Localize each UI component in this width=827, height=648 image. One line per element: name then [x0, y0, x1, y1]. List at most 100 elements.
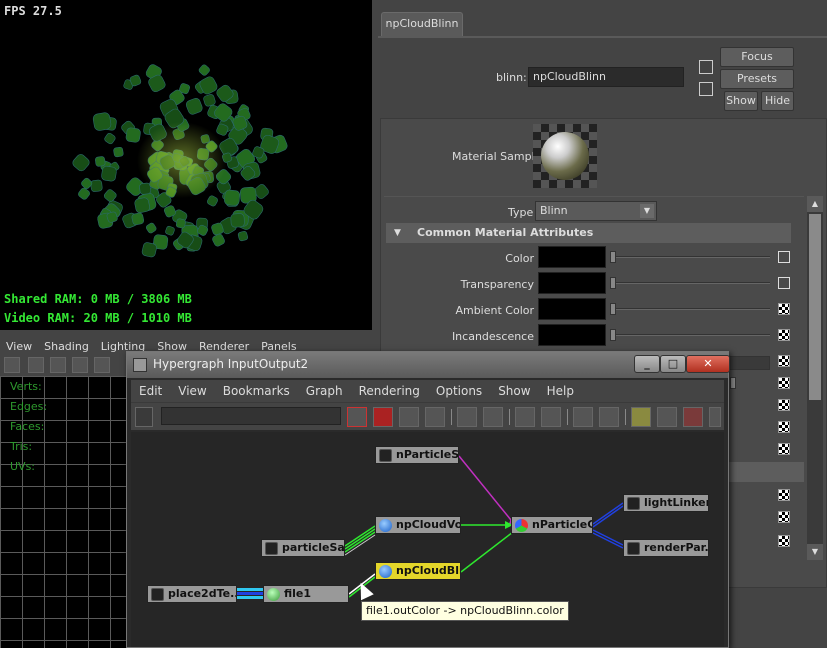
color-swatch[interactable]	[538, 246, 606, 268]
connection-line[interactable]	[592, 505, 624, 528]
input-connections-icon[interactable]	[457, 407, 477, 427]
node-lightlinker1[interactable]: lightLinker1	[623, 494, 709, 512]
connection-line[interactable]	[344, 531, 376, 553]
hg-menu-view[interactable]: View	[170, 384, 214, 398]
hypergraph-titlebar[interactable]: Hypergraph InputOutput2 _ □ ✕	[127, 352, 730, 378]
connection-line[interactable]	[237, 596, 263, 599]
output-connection-icon[interactable]	[699, 82, 713, 96]
scroll-down-icon[interactable]: ▼	[807, 544, 823, 560]
ambient-color-slider-handle[interactable]	[610, 303, 616, 315]
diffuse-slider-handle[interactable]	[730, 377, 736, 389]
common-material-attributes-header[interactable]: ▼ Common Material Attributes	[386, 223, 791, 243]
incandescence-slider-handle[interactable]	[610, 329, 616, 341]
focus-button[interactable]: Focus	[720, 47, 794, 67]
incandescence-swatch[interactable]	[538, 324, 606, 346]
viewport-3d[interactable]: FPS 27.5 Shared RAM: 0 MB / 3806 MB Vide…	[0, 0, 372, 330]
presets-button[interactable]: Presets	[720, 69, 794, 89]
frame-selection-icon[interactable]	[657, 407, 677, 427]
connection-line[interactable]	[592, 529, 624, 546]
specular-checker-icon-2[interactable]	[778, 511, 790, 523]
hide-button[interactable]: Hide	[761, 91, 794, 111]
connection-line[interactable]	[458, 455, 516, 526]
specular-checker-icon-1[interactable]	[778, 489, 790, 501]
minimize-button[interactable]: _	[634, 355, 660, 373]
filter-icon[interactable]	[135, 407, 153, 427]
add-selected-icon[interactable]	[515, 407, 535, 427]
hg-menu-bookmarks[interactable]: Bookmarks	[215, 384, 298, 398]
attribute-editor-scrollbar[interactable]: ▲ ▼	[807, 196, 823, 560]
connection-line[interactable]	[460, 531, 514, 573]
connection-line[interactable]	[344, 528, 376, 550]
node-place2dtexture[interactable]: place2dTe...	[147, 585, 237, 603]
color-slider-track[interactable]	[612, 256, 770, 258]
connection-line[interactable]	[592, 532, 624, 549]
camera-attributes-icon[interactable]	[28, 357, 44, 373]
type-dropdown[interactable]: Blinn ▼	[535, 201, 657, 221]
translucence-checker-icon[interactable]	[778, 399, 790, 411]
graph-materials-icon[interactable]	[541, 407, 561, 427]
freeform-layout-icon[interactable]	[399, 407, 419, 427]
specular-checker-icon-3[interactable]	[778, 535, 790, 547]
hg-menu-graph[interactable]: Graph	[298, 384, 351, 398]
show-button[interactable]: Show	[724, 91, 758, 111]
bump-checker-icon[interactable]	[778, 355, 790, 367]
connection-line[interactable]	[237, 588, 263, 591]
blinn-name-field[interactable]: npCloudBlinn	[528, 67, 684, 87]
more-tools-icon[interactable]	[709, 407, 721, 427]
node-particlesampler[interactable]: particleSa...	[261, 539, 345, 557]
persp-menu-shading[interactable]: Shading	[38, 340, 95, 353]
scrollbar-thumb[interactable]	[809, 214, 821, 400]
hg-menu-rendering[interactable]: Rendering	[351, 384, 428, 398]
automatic-layout-icon[interactable]	[425, 407, 445, 427]
ambient-color-swatch[interactable]	[538, 298, 606, 320]
camera-icon[interactable]	[4, 357, 20, 373]
translucence-focus-checker-icon[interactable]	[778, 443, 790, 455]
tab-npcloudblinn[interactable]: npCloudBlinn	[381, 12, 463, 36]
ambient-color-slider-track[interactable]	[612, 308, 770, 310]
scroll-up-icon[interactable]: ▲	[807, 196, 823, 212]
hypergraph-search-field[interactable]	[161, 407, 341, 425]
ambient-color-checker-icon[interactable]	[778, 303, 790, 315]
output-connections-icon[interactable]	[483, 407, 503, 427]
node-nparticlecloud[interactable]: nParticleCl...	[511, 516, 593, 534]
diffuse-checker-icon[interactable]	[778, 377, 790, 389]
scene-hierarchy-icon[interactable]	[347, 407, 367, 427]
node-npcloudvolume[interactable]: npCloudVo...	[375, 516, 461, 534]
input-connection-icon[interactable]	[699, 60, 713, 74]
color-map-icon[interactable]	[778, 251, 790, 263]
translucence-depth-checker-icon[interactable]	[778, 421, 790, 433]
incandescence-checker-icon[interactable]	[778, 329, 790, 341]
bookmark-icon[interactable]	[631, 407, 651, 427]
list-view-icon[interactable]	[573, 407, 593, 427]
connection-line[interactable]	[592, 502, 624, 525]
maximize-button[interactable]: □	[660, 355, 686, 373]
toolbar-separator	[509, 409, 510, 425]
bookmarks-icon[interactable]	[50, 357, 66, 373]
connection-line[interactable]	[344, 534, 376, 556]
gear-icon[interactable]	[683, 407, 703, 427]
hg-menu-options[interactable]: Options	[428, 384, 490, 398]
node-npcloudblinn[interactable]: npCloudBlinn	[375, 562, 461, 580]
persp-menu-view[interactable]: View	[0, 340, 38, 353]
image-plane-icon[interactable]	[72, 357, 88, 373]
node-renderpartition[interactable]: renderPar...	[623, 539, 709, 557]
transparency-swatch[interactable]	[538, 272, 606, 294]
transparency-slider-track[interactable]	[612, 282, 770, 284]
connection-line[interactable]	[237, 592, 263, 595]
toolbar-separator	[567, 409, 568, 425]
column-view-icon[interactable]	[599, 407, 619, 427]
connection-line[interactable]	[344, 525, 376, 547]
incandescence-slider-track[interactable]	[612, 334, 770, 336]
close-button[interactable]: ✕	[686, 355, 730, 373]
particle-sprite	[90, 179, 103, 192]
color-slider-handle[interactable]	[610, 251, 616, 263]
node-nparticleshape[interactable]: nParticleS...	[375, 446, 459, 464]
hg-menu-help[interactable]: Help	[539, 384, 582, 398]
transparency-map-icon[interactable]	[778, 277, 790, 289]
node-file1[interactable]: file1	[263, 585, 349, 603]
hg-menu-edit[interactable]: Edit	[131, 384, 170, 398]
grid-icon[interactable]	[94, 357, 110, 373]
hg-menu-show[interactable]: Show	[490, 384, 538, 398]
input-output-icon[interactable]	[373, 407, 393, 427]
transparency-slider-handle[interactable]	[610, 277, 616, 289]
